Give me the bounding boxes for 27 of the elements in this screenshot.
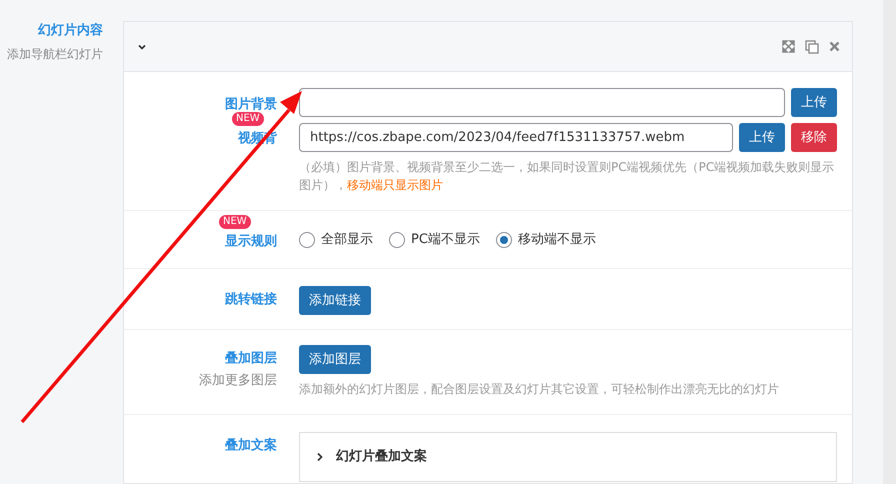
expand-icon[interactable]	[782, 40, 795, 53]
layer-hint: 添加额外的幻灯片图层，配合图层设置及幻灯片其它设置，可轻松制作出漂亮无比的幻灯片	[299, 381, 779, 398]
field-label: 图片背景	[225, 96, 277, 112]
radio-option[interactable]: PC端不显示	[389, 230, 480, 250]
field-label: 叠加图层	[225, 351, 277, 366]
new-badge: NEW	[219, 214, 251, 228]
field-label: 跳转链接	[225, 292, 277, 307]
field-label: 叠加文案	[225, 438, 277, 453]
image-url-field[interactable]	[299, 88, 785, 117]
video-url-field[interactable]: https://cos.zbape.com/2023/04/feed7f1531133757.webm	[299, 123, 733, 152]
add-layer-button[interactable]: 添加图层	[299, 345, 371, 374]
radio-option[interactable]: 移动端不显示	[496, 230, 596, 250]
upload-button[interactable]: 上传	[739, 123, 785, 152]
field-sublabel: 添加更多图层	[199, 372, 277, 390]
copy-icon[interactable]	[805, 40, 819, 54]
close-icon[interactable]	[829, 41, 840, 52]
upload-button[interactable]: 上传	[791, 88, 837, 117]
radio-option[interactable]: 全部显示	[299, 230, 373, 250]
section-title: 幻灯片内容	[38, 22, 103, 40]
hint-text: （必填）图片背景、视频背景至少二选一，如果同时设置则PC端视频优先（PC端视频加载失败则显示图片），移动端只显示图片	[299, 159, 836, 194]
field-label: 显示规则	[225, 234, 277, 248]
section-subtitle: 添加导航栏幻灯片	[7, 46, 103, 62]
remove-button[interactable]: 移除	[791, 123, 837, 152]
copy-panel[interactable]: 幻灯片叠加文案	[299, 432, 837, 482]
new-badge: NEW	[232, 112, 264, 126]
add-link-button[interactable]: 添加链接	[299, 286, 371, 315]
panel-title: 幻灯片叠加文案	[336, 448, 427, 466]
